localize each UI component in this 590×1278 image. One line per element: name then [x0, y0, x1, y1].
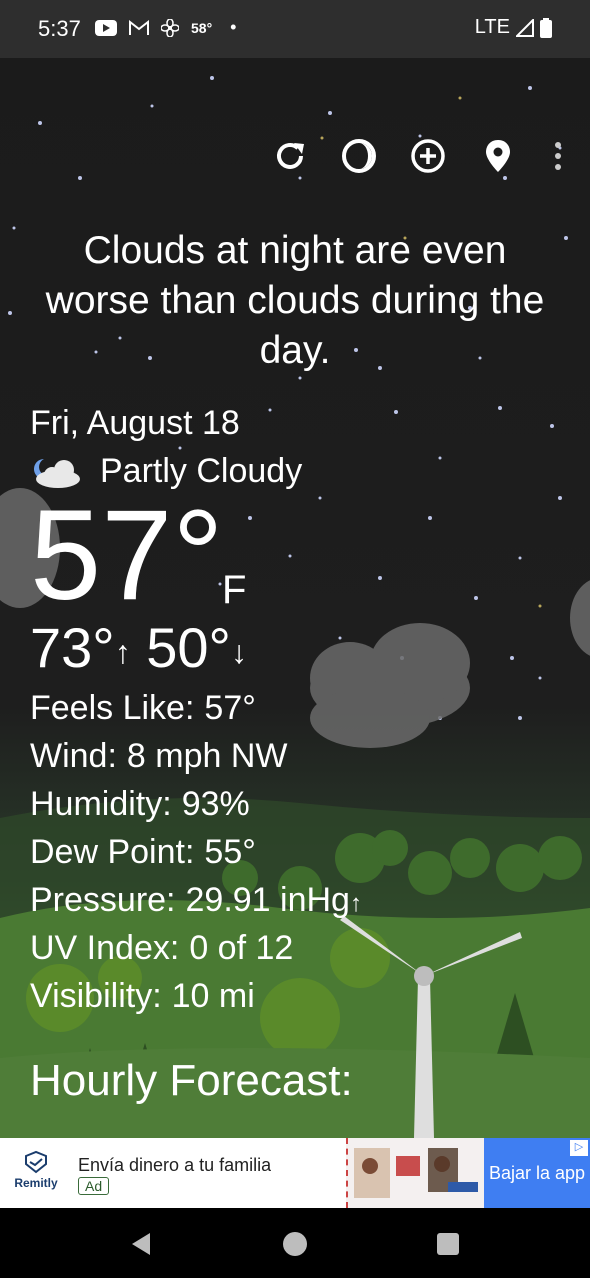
ad-tag: Ad	[78, 1177, 110, 1195]
add-location-button[interactable]	[408, 136, 448, 176]
ad-banner[interactable]: Remitly Envía dinero a tu familia Ad Baj…	[0, 1138, 590, 1208]
signal-icon	[516, 18, 534, 37]
ad-image[interactable]	[346, 1138, 484, 1208]
location-button[interactable]	[478, 136, 518, 176]
pressure-rising-arrow-icon: ↑	[349, 890, 362, 917]
adchoices-icon[interactable]: ▷	[570, 1140, 588, 1156]
back-icon[interactable]	[128, 1230, 156, 1258]
high-temp: 73°	[30, 616, 115, 679]
hourly-forecast-title: Hourly Forecast:	[30, 1056, 353, 1105]
gmail-icon	[129, 19, 149, 35]
add-location-icon	[411, 139, 445, 173]
detail-pressure: Pressure: 29.91 inHg↑	[30, 881, 362, 919]
navigation-bar	[0, 1208, 590, 1278]
location-pin-icon	[486, 140, 510, 172]
detail-humidity: Humidity: 93%	[30, 785, 250, 823]
fan-icon	[161, 18, 179, 37]
refresh-icon	[277, 142, 304, 169]
detail-dew-point: Dew Point: 55°	[30, 833, 256, 871]
refresh-button[interactable]	[270, 136, 310, 176]
temperature-degree: °	[172, 484, 224, 627]
current-temperature: 57°	[30, 492, 224, 620]
temperature-unit: F	[222, 568, 247, 612]
home-icon[interactable]	[281, 1230, 309, 1258]
remitly-logo-icon	[25, 1150, 47, 1174]
ad-headline: Envía dinero a tu familia	[78, 1155, 272, 1175]
more-options-button[interactable]	[538, 136, 578, 176]
ad-brand: Remitly	[14, 1176, 58, 1190]
status-system-icons: LTE	[475, 16, 552, 39]
detail-uv-index: UV Index: 0 of 12	[30, 929, 294, 967]
status-notification-icons: 58° •	[95, 17, 236, 38]
detail-feels-like: Feels Like: 57°	[30, 689, 256, 727]
theme-toggle-icon	[342, 139, 376, 173]
status-bar: 5:37 58° • LTE	[0, 0, 590, 58]
detail-visibility: Visibility: 10 mi	[30, 977, 255, 1015]
detail-wind: Wind: 8 mph NW	[30, 737, 288, 775]
arrow-up-icon: ↑	[114, 634, 131, 671]
network-label: LTE	[474, 16, 510, 38]
youtube-icon	[95, 19, 117, 36]
theme-toggle-button[interactable]	[339, 136, 379, 176]
battery-icon	[540, 17, 552, 38]
high-low-temperature: 73°↑ 50°↓	[30, 616, 247, 684]
dot-icon: •	[230, 17, 237, 37]
status-time: 5:37	[38, 16, 81, 41]
current-date: Fri, August 18	[30, 404, 240, 442]
arrow-down-icon: ↓	[230, 634, 247, 671]
remitly-logo: Remitly	[6, 1146, 66, 1190]
low-temp: 50°	[146, 616, 231, 679]
more-vert-icon	[555, 142, 561, 170]
weather-quote: Clouds at night are even worse than clou…	[45, 229, 545, 372]
temperature-value: 57	[30, 484, 173, 627]
ad-photo-collage	[354, 1148, 478, 1198]
recents-icon[interactable]	[434, 1230, 462, 1258]
status-weather-temp: 58°	[191, 19, 213, 36]
